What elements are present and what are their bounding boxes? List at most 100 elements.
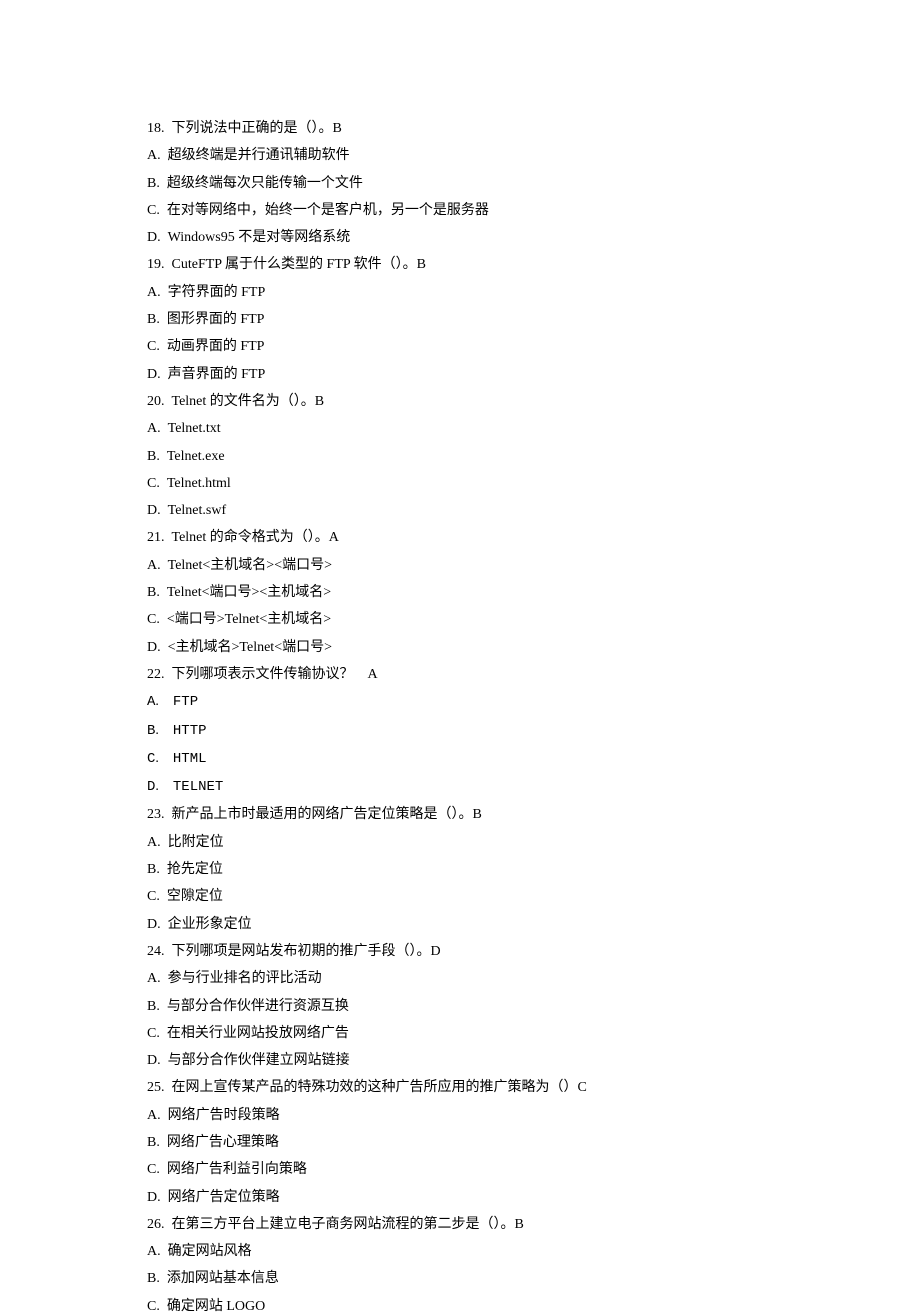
option-letter: B [147, 718, 155, 745]
option-line: B. 添加网站基本信息 [147, 1265, 790, 1292]
option-line: D. 企业形象定位 [147, 911, 790, 938]
option-line: C. 空隙定位 [147, 883, 790, 910]
option-dot: . [156, 470, 167, 497]
option-letter: A [147, 1102, 157, 1129]
option-letter: A [147, 689, 155, 716]
option-text: HTTP [173, 718, 207, 745]
question-text: 下列哪项是网站发布初期的推广手段（）。D [172, 938, 441, 965]
option-line: A. 字符界面的 FTP [147, 279, 790, 306]
question-number: 21 [147, 524, 161, 551]
option-text: 确定网站风格 [168, 1238, 252, 1265]
option-text: 添加网站基本信息 [167, 1265, 279, 1292]
option-text: Telnet<端口号><主机域名> [167, 579, 331, 606]
option-dot: . [155, 717, 173, 744]
question-text: 下列说法中正确的是（）。B [172, 115, 342, 142]
question-number-dot: . [161, 661, 172, 688]
option-letter: B [147, 1265, 156, 1292]
option-dot: . [156, 993, 167, 1020]
option-dot: . [156, 170, 167, 197]
option-dot: . [157, 965, 168, 992]
option-letter: A [147, 142, 157, 169]
option-text: 抢先定位 [167, 856, 223, 883]
option-line: B. 抢先定位 [147, 856, 790, 883]
option-letter: A [147, 415, 157, 442]
option-letter: B [147, 856, 156, 883]
question-number: 22 [147, 661, 161, 688]
option-letter: D [147, 911, 157, 938]
question-text: 在第三方平台上建立电子商务网站流程的第二步是（）。B [172, 1211, 524, 1238]
option-line: C. HTML [147, 745, 790, 773]
option-letter: A [147, 965, 157, 992]
option-text: 比附定位 [168, 829, 224, 856]
option-line: C. 在相关行业网站投放网络广告 [147, 1020, 790, 1047]
option-dot: . [157, 552, 168, 579]
option-text: 超级终端是并行通讯辅助软件 [168, 142, 350, 169]
question-text: CuteFTP 属于什么类型的 FTP 软件（）。B [172, 251, 427, 278]
option-line: C. <端口号>Telnet<主机域名> [147, 606, 790, 633]
document-body: 18. 下列说法中正确的是（）。BA. 超级终端是并行通讯辅助软件B. 超级终端… [147, 115, 790, 1316]
question-text: 新产品上市时最适用的网络广告定位策略是（）。B [172, 801, 482, 828]
option-dot: . [157, 1102, 168, 1129]
option-letter: C [147, 470, 156, 497]
question-stem: 24. 下列哪项是网站发布初期的推广手段（）。D [147, 938, 790, 965]
option-dot: . [156, 883, 167, 910]
option-text: Telnet.html [167, 470, 231, 497]
option-text: 空隙定位 [167, 883, 223, 910]
option-text: Telnet.swf [168, 497, 227, 524]
option-letter: B [147, 579, 156, 606]
option-dot: . [156, 1265, 167, 1292]
question-number: 24 [147, 938, 161, 965]
option-line: C. 在对等网络中，始终一个是客户机，另一个是服务器 [147, 197, 790, 224]
option-text: 网络广告心理策略 [167, 1129, 279, 1156]
option-letter: A [147, 829, 157, 856]
question-number-dot: . [161, 251, 172, 278]
question-stem: 23. 新产品上市时最适用的网络广告定位策略是（）。B [147, 801, 790, 828]
option-letter: C [147, 1020, 156, 1047]
question-stem: 18. 下列说法中正确的是（）。B [147, 115, 790, 142]
option-line: A. 确定网站风格 [147, 1238, 790, 1265]
option-line: D. Telnet.swf [147, 497, 790, 524]
option-line: D. <主机域名>Telnet<端口号> [147, 634, 790, 661]
option-text: 在对等网络中，始终一个是客户机，另一个是服务器 [167, 197, 489, 224]
option-letter: B [147, 993, 156, 1020]
option-line: D. Windows95 不是对等网络系统 [147, 224, 790, 251]
option-line: B. 网络广告心理策略 [147, 1129, 790, 1156]
question-stem: 22. 下列哪项表示文件传输协议？ A [147, 661, 790, 688]
option-line: A. FTP [147, 688, 790, 716]
option-text: 字符界面的 FTP [168, 279, 266, 306]
option-text: 声音界面的 FTP [168, 361, 266, 388]
option-dot: . [156, 443, 167, 470]
option-line: B. HTTP [147, 717, 790, 745]
option-text: 与部分合作伙伴进行资源互换 [167, 993, 349, 1020]
option-text: 参与行业排名的评比活动 [168, 965, 322, 992]
question-number: 26 [147, 1211, 161, 1238]
question-number-dot: . [161, 1074, 172, 1101]
question-stem: 25. 在网上宣传某产品的特殊功效的这种广告所应用的推广策略为（）C [147, 1074, 790, 1101]
question-number-dot: . [161, 115, 172, 142]
option-dot: . [155, 688, 173, 715]
question-number: 19 [147, 251, 161, 278]
question-number-dot: . [161, 524, 172, 551]
option-line: A. 网络广告时段策略 [147, 1102, 790, 1129]
question-text: 下列哪项表示文件传输协议？ A [172, 661, 378, 688]
option-line: C. 网络广告利益引向策略 [147, 1156, 790, 1183]
option-line: D. 与部分合作伙伴建立网站链接 [147, 1047, 790, 1074]
option-letter: D [147, 774, 155, 801]
option-line: D. TELNET [147, 773, 790, 801]
option-letter: D [147, 497, 157, 524]
question-number: 25 [147, 1074, 161, 1101]
option-text: 与部分合作伙伴建立网站链接 [168, 1047, 350, 1074]
option-dot: . [156, 1293, 167, 1316]
option-text: 网络广告利益引向策略 [167, 1156, 307, 1183]
option-text: TELNET [173, 774, 223, 801]
option-line: C. 动画界面的 FTP [147, 333, 790, 360]
question-text: Telnet 的命令格式为（）。A [172, 524, 339, 551]
option-dot: . [156, 306, 167, 333]
option-letter: C [147, 1156, 156, 1183]
option-text: 在相关行业网站投放网络广告 [167, 1020, 349, 1047]
option-line: A. 比附定位 [147, 829, 790, 856]
option-letter: C [147, 1293, 156, 1316]
option-letter: D [147, 634, 157, 661]
option-text: HTML [173, 746, 207, 773]
option-line: B. Telnet.exe [147, 443, 790, 470]
